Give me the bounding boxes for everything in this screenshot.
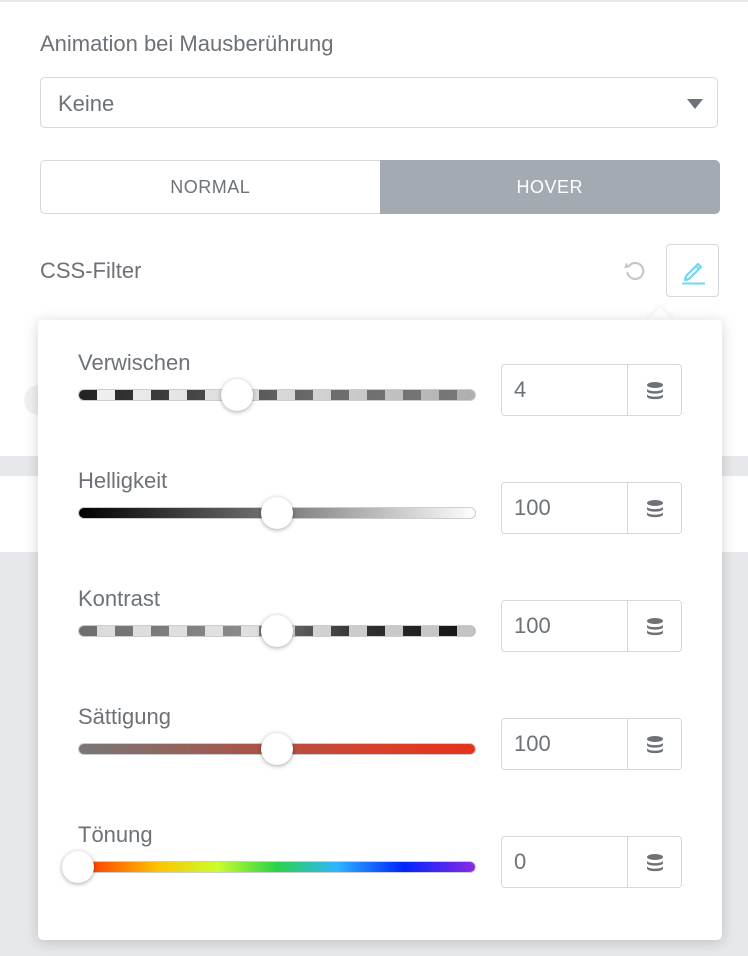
- blur-slider-handle[interactable]: [221, 379, 254, 411]
- dynamic-tags-button[interactable]: [627, 718, 682, 770]
- filter-label: Sättigung: [78, 704, 171, 729]
- hue-slider-track[interactable]: [78, 861, 476, 873]
- dynamic-tags-button[interactable]: [627, 600, 682, 652]
- filter-label: Verwischen: [78, 350, 191, 375]
- filter-label: Tönung: [78, 822, 153, 847]
- hue-slider-handle[interactable]: [62, 851, 94, 883]
- top-divider: [0, 0, 748, 2]
- brightness-slider-handle[interactable]: [261, 497, 293, 529]
- filter-label: Helligkeit: [78, 468, 168, 493]
- database-icon: [647, 854, 663, 872]
- blur-slider-track[interactable]: [78, 389, 476, 401]
- database-icon: [647, 500, 663, 518]
- filter-saturation: Sättigung: [78, 704, 684, 814]
- tab-normal[interactable]: NORMAL: [40, 160, 380, 214]
- hue-input[interactable]: [501, 836, 628, 888]
- reset-icon[interactable]: [622, 258, 648, 284]
- css-filter-label: CSS-Filter: [40, 258, 142, 283]
- state-tabs: NORMAL HOVER: [40, 160, 720, 214]
- dynamic-tags-button[interactable]: [627, 364, 682, 416]
- filter-contrast: Kontrast: [78, 586, 684, 696]
- saturation-slider-handle[interactable]: [261, 733, 293, 765]
- filter-label: Kontrast: [78, 586, 160, 611]
- filter-blur: Verwischen: [78, 350, 684, 460]
- brightness-input[interactable]: [501, 482, 628, 534]
- dynamic-tags-button[interactable]: [627, 482, 682, 534]
- hover-animation-value: Keine: [58, 91, 115, 116]
- dynamic-tags-button[interactable]: [627, 836, 682, 888]
- database-icon: [647, 736, 663, 754]
- database-icon: [647, 618, 663, 636]
- blur-input[interactable]: [501, 364, 628, 416]
- saturation-input[interactable]: [501, 718, 628, 770]
- hover-animation-label: Animation bei Mausberührung: [40, 31, 334, 56]
- contrast-input[interactable]: [501, 600, 628, 652]
- chevron-down-icon: [687, 99, 703, 109]
- filter-brightness: Helligkeit: [78, 468, 684, 578]
- database-icon: [647, 382, 663, 400]
- css-filter-popover: Verwischen Helligkeit Kontrast: [38, 320, 722, 940]
- hover-animation-select[interactable]: Keine: [40, 77, 718, 128]
- pencil-icon: [682, 262, 705, 285]
- contrast-slider-handle[interactable]: [261, 615, 293, 647]
- edit-filter-button[interactable]: [666, 244, 719, 297]
- filter-hue: Tönung: [62, 822, 684, 932]
- tab-hover[interactable]: HOVER: [379, 160, 720, 214]
